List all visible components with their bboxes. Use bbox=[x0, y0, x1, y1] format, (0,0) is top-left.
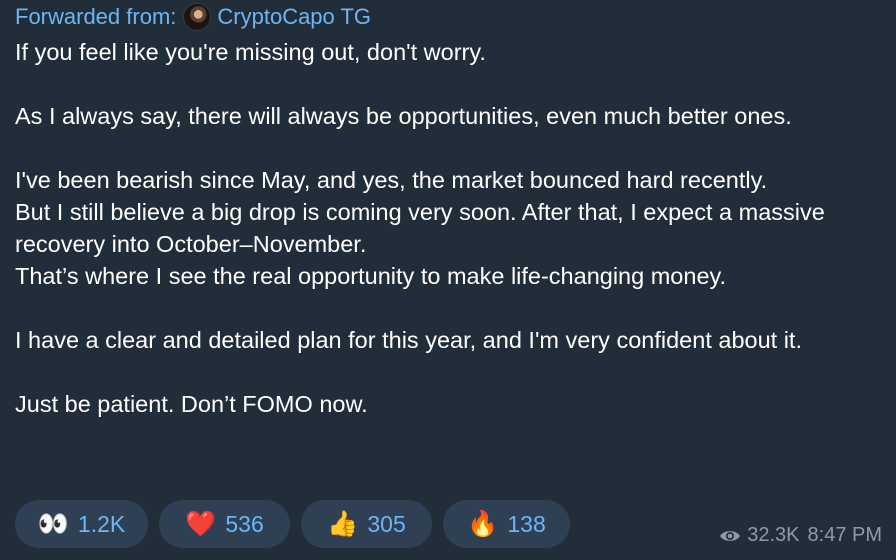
channel-name-link[interactable]: CryptoCapo TG bbox=[217, 4, 371, 30]
thumbs-up-emoji-icon: 👍 bbox=[327, 509, 359, 538]
reaction-fire-button[interactable]: 🔥 138 bbox=[443, 500, 570, 548]
reaction-count: 305 bbox=[367, 510, 406, 537]
eye-icon bbox=[719, 529, 741, 543]
forwarded-message: Forwarded from: CryptoCapo TG If you fee… bbox=[0, 0, 896, 560]
reaction-count: 138 bbox=[507, 510, 546, 537]
message-paragraph: I've been bearish since May, and yes, th… bbox=[15, 164, 887, 292]
message-line: I've been bearish since May, and yes, th… bbox=[15, 167, 768, 193]
channel-avatar[interactable] bbox=[183, 3, 212, 31]
forwarded-header[interactable]: Forwarded from: CryptoCapo TG bbox=[15, 2, 371, 32]
reaction-heart-button[interactable]: ❤️ 536 bbox=[159, 500, 290, 548]
heart-emoji-icon: ❤️ bbox=[185, 509, 217, 538]
message-line: That’s where I see the real opportunity … bbox=[15, 263, 727, 289]
message-paragraph: As I always say, there will always be op… bbox=[15, 103, 792, 129]
message-line: But I still believe a big drop is coming… bbox=[15, 199, 825, 257]
message-paragraph: Just be patient. Don’t FOMO now. bbox=[15, 391, 368, 417]
eyes-emoji-icon: 👀 bbox=[37, 509, 69, 538]
message-time: 8:47 PM bbox=[807, 524, 882, 546]
reaction-count: 536 bbox=[225, 510, 264, 537]
message-paragraph: If you feel like you're missing out, don… bbox=[15, 39, 486, 65]
view-count: 32.3K bbox=[747, 524, 800, 546]
reaction-eyes-button[interactable]: 👀 1.2K bbox=[15, 500, 148, 548]
reactions-bar: 👀 1.2K ❤️ 536 👍 305 🔥 138 bbox=[15, 500, 581, 548]
message-text: If you feel like you're missing out, don… bbox=[15, 36, 887, 420]
message-paragraph: I have a clear and detailed plan for thi… bbox=[15, 327, 802, 353]
fire-emoji-icon: 🔥 bbox=[467, 509, 499, 538]
reaction-thumbs-up-button[interactable]: 👍 305 bbox=[301, 500, 432, 548]
reaction-count: 1.2K bbox=[77, 510, 126, 537]
forwarded-label: Forwarded from: bbox=[15, 4, 177, 29]
message-meta: 32.3K 8:47 PM bbox=[719, 524, 882, 547]
